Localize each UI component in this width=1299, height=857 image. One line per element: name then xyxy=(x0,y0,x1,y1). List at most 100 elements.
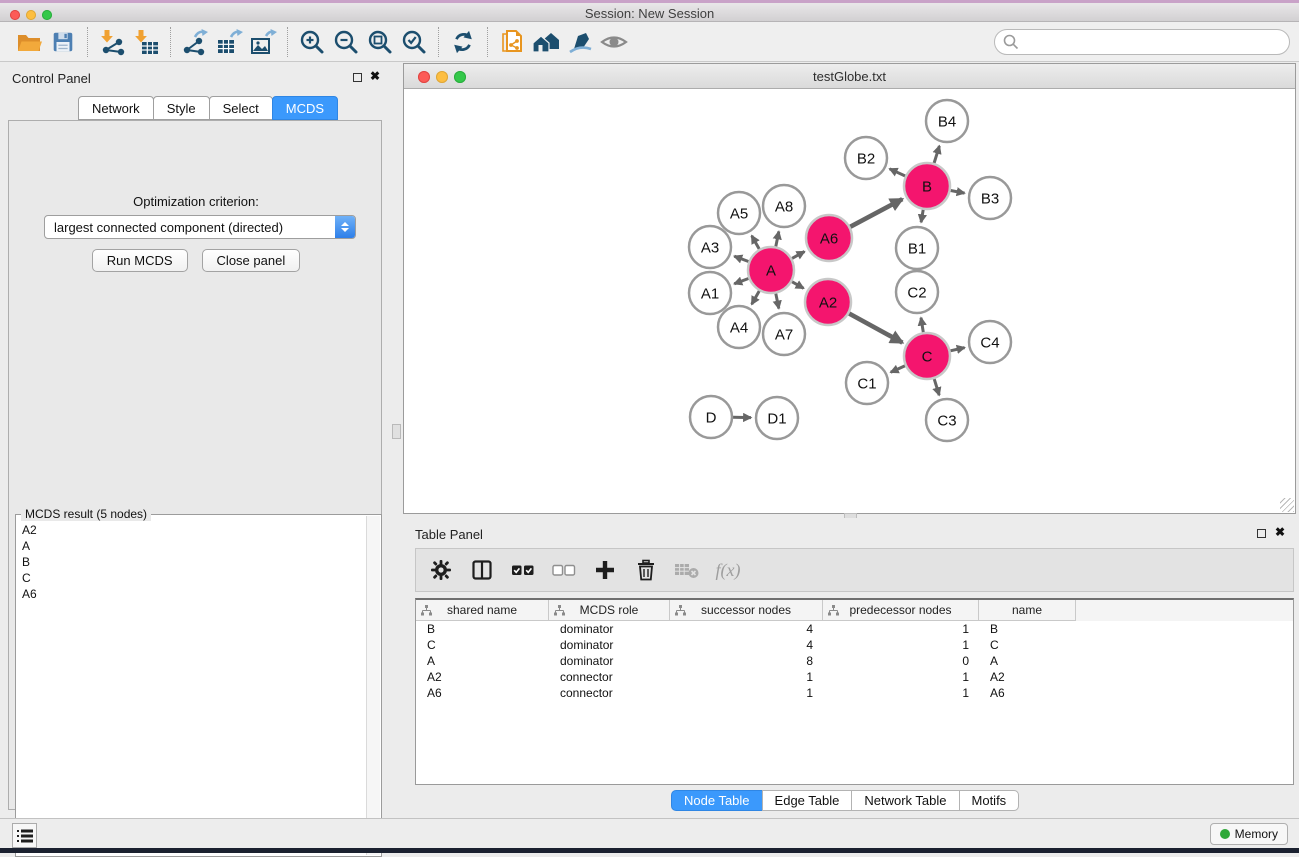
search-input[interactable] xyxy=(994,29,1290,55)
table-settings-button[interactable] xyxy=(426,555,456,585)
zoom-out-button[interactable] xyxy=(329,26,363,58)
column-header-predecessor-nodes[interactable]: predecessor nodes xyxy=(823,600,979,621)
table-row[interactable]: A2connector11A2 xyxy=(416,669,1293,685)
zoom-selected-button[interactable] xyxy=(397,26,431,58)
node-D[interactable]: D xyxy=(690,396,732,438)
column-header-name[interactable]: name xyxy=(979,600,1076,621)
node-A6[interactable]: A6 xyxy=(806,215,852,261)
edge-A-A3[interactable] xyxy=(734,256,748,261)
new-network-from-selection-button[interactable] xyxy=(495,26,529,58)
float-panel-icon[interactable] xyxy=(353,73,362,82)
node-B3[interactable]: B3 xyxy=(969,177,1011,219)
table-row[interactable]: A6connector11A6 xyxy=(416,685,1293,701)
show-hide-view-button[interactable] xyxy=(597,26,631,58)
edge-C-C1[interactable] xyxy=(891,366,905,373)
edge-B-B2[interactable] xyxy=(890,169,906,176)
node-B4[interactable]: B4 xyxy=(926,100,968,142)
import-network-button[interactable] xyxy=(95,26,129,58)
table-row[interactable]: Cdominator41C xyxy=(416,637,1293,653)
result-item[interactable]: A6 xyxy=(22,586,364,602)
edge-A-A2[interactable] xyxy=(792,282,804,289)
table-row[interactable]: Bdominator41B xyxy=(416,621,1293,637)
export-image-button[interactable] xyxy=(246,26,280,58)
node-D1[interactable]: D1 xyxy=(756,397,798,439)
result-scrollbar[interactable] xyxy=(366,516,380,855)
edge-C-C2[interactable] xyxy=(921,318,923,333)
edge-A2-C[interactable] xyxy=(849,314,902,343)
edge-A-A7[interactable] xyxy=(776,294,779,309)
network-window-titlebar[interactable]: testGlobe.txt xyxy=(404,64,1295,89)
column-header-shared-name[interactable]: shared name xyxy=(416,600,549,621)
delete-row-button[interactable] xyxy=(631,555,661,585)
edge-B-B3[interactable] xyxy=(951,191,965,194)
column-header-successor-nodes[interactable]: successor nodes xyxy=(670,600,823,621)
edge-A-A8[interactable] xyxy=(776,232,779,247)
refresh-layout-button[interactable] xyxy=(446,26,480,58)
close-panel-icon[interactable]: ✖ xyxy=(370,69,380,83)
tab-edge-table[interactable]: Edge Table xyxy=(762,790,853,811)
edge-C-C3[interactable] xyxy=(934,379,939,395)
select-all-checks-button[interactable] xyxy=(508,555,538,585)
result-item[interactable]: B xyxy=(22,554,364,570)
vertical-splitter-handle[interactable] xyxy=(392,424,401,439)
home-layout-button[interactable] xyxy=(529,26,563,58)
node-A5[interactable]: A5 xyxy=(718,192,760,234)
float-table-panel-icon[interactable] xyxy=(1257,529,1266,538)
delete-table-button[interactable] xyxy=(672,555,702,585)
deselect-all-checks-button[interactable] xyxy=(549,555,579,585)
result-item[interactable]: A xyxy=(22,538,364,554)
node-A4[interactable]: A4 xyxy=(718,306,760,348)
open-file-button[interactable] xyxy=(12,26,46,58)
node-C1[interactable]: C1 xyxy=(846,362,888,404)
node-B2[interactable]: B2 xyxy=(845,137,887,179)
edge-A-A4[interactable] xyxy=(752,291,760,304)
node-A2[interactable]: A2 xyxy=(805,279,851,325)
show-columns-button[interactable] xyxy=(467,555,497,585)
tab-network-table[interactable]: Network Table xyxy=(851,790,959,811)
zoom-in-button[interactable] xyxy=(295,26,329,58)
node-B1[interactable]: B1 xyxy=(896,227,938,269)
zoom-fit-button[interactable] xyxy=(363,26,397,58)
export-table-button[interactable] xyxy=(212,26,246,58)
criterion-dropdown[interactable]: largest connected component (directed) xyxy=(44,215,356,239)
close-table-panel-icon[interactable]: ✖ xyxy=(1275,525,1285,539)
node-C2[interactable]: C2 xyxy=(896,271,938,313)
run-mcds-button[interactable]: Run MCDS xyxy=(92,249,188,272)
task-history-button[interactable] xyxy=(12,823,37,848)
node-C4[interactable]: C4 xyxy=(969,321,1011,363)
result-item[interactable]: C xyxy=(22,570,364,586)
node-B[interactable]: B xyxy=(904,163,950,209)
save-session-button[interactable] xyxy=(46,26,80,58)
edge-A-A5[interactable] xyxy=(752,236,760,249)
result-item[interactable]: A2 xyxy=(22,522,364,538)
node-A7[interactable]: A7 xyxy=(763,313,805,355)
tab-network[interactable]: Network xyxy=(78,96,154,120)
memory-button[interactable]: Memory xyxy=(1210,823,1288,845)
node-A1[interactable]: A1 xyxy=(689,272,731,314)
node-C[interactable]: C xyxy=(904,333,950,379)
column-header-MCDS-role[interactable]: MCDS role xyxy=(549,600,670,621)
tab-motifs[interactable]: Motifs xyxy=(959,790,1020,811)
node-A8[interactable]: A8 xyxy=(763,185,805,227)
edge-C-C4[interactable] xyxy=(950,348,964,351)
apply-function-button[interactable]: f(x) xyxy=(713,555,743,585)
node-A3[interactable]: A3 xyxy=(689,226,731,268)
close-panel-button[interactable]: Close panel xyxy=(202,249,301,272)
export-network-button[interactable] xyxy=(178,26,212,58)
annotation-pen-button[interactable] xyxy=(563,26,597,58)
edge-B-B4[interactable] xyxy=(934,146,939,163)
table-row[interactable]: Adominator80A xyxy=(416,653,1293,669)
tab-select[interactable]: Select xyxy=(209,96,273,120)
window-resize-grip[interactable] xyxy=(1280,498,1294,512)
add-row-button[interactable] xyxy=(590,555,620,585)
edge-A-A1[interactable] xyxy=(734,279,748,284)
tab-node-table[interactable]: Node Table xyxy=(671,790,763,811)
node-C3[interactable]: C3 xyxy=(926,399,968,441)
node-A[interactable]: A xyxy=(748,247,794,293)
edge-A-A6[interactable] xyxy=(792,252,805,259)
import-table-button[interactable] xyxy=(129,26,163,58)
edge-B-B1[interactable] xyxy=(921,210,923,223)
tab-style[interactable]: Style xyxy=(153,96,210,120)
tab-mcds[interactable]: MCDS xyxy=(272,96,338,120)
edge-A6-B[interactable] xyxy=(850,199,902,227)
